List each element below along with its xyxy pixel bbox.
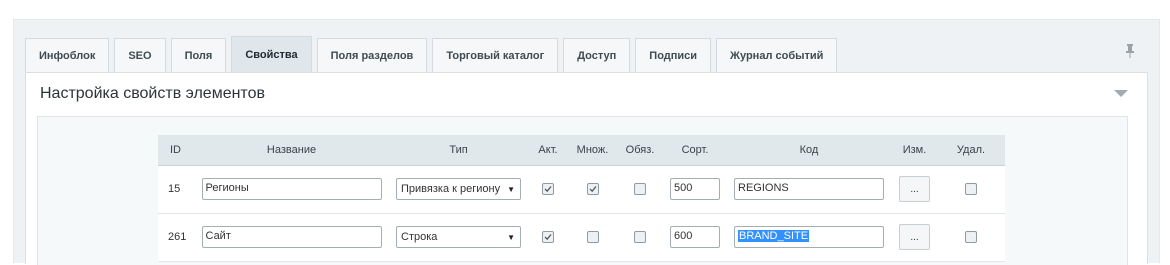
pin-icon[interactable]: [1125, 44, 1135, 58]
tab-properties[interactable]: Свойства: [231, 36, 312, 73]
check-icon: [544, 186, 552, 193]
tab-infoblock[interactable]: Инфоблок: [25, 38, 110, 73]
multiple-checkbox[interactable]: [586, 183, 599, 196]
properties-area: ID Название Тип Акт. Множ. Обяз. Сорт. К…: [37, 116, 1128, 265]
collapse-arrow-icon[interactable]: [1114, 90, 1128, 97]
check-icon: [544, 234, 552, 241]
type-select[interactable]: Строка ▼: [396, 226, 521, 248]
type-select[interactable]: Привязка к региону ▼: [396, 178, 521, 200]
multiple-checkbox[interactable]: [586, 231, 599, 244]
code-input[interactable]: BRAND_SITE: [734, 226, 884, 248]
required-checkbox[interactable]: [634, 183, 646, 196]
row-id: 261: [158, 213, 193, 262]
tab-access[interactable]: Доступ: [563, 38, 631, 73]
row-id: 15: [158, 165, 193, 214]
header-type: Тип: [390, 135, 527, 166]
header-required: Обяз.: [616, 135, 664, 166]
table-header-row: ID Название Тип Акт. Множ. Обяз. Сорт. К…: [158, 135, 1005, 166]
tab-fields[interactable]: Поля: [170, 38, 227, 73]
edit-button[interactable]: ...: [899, 176, 930, 202]
tab-bar: Инфоблок SEO Поля Свойства Поля разделов…: [25, 36, 842, 73]
sort-input[interactable]: 600: [670, 226, 720, 248]
edit-button[interactable]: ...: [899, 224, 930, 250]
header-id: ID: [158, 135, 193, 166]
table-row: 15 Регионы Привязка к региону ▼ 500 REGIO…: [158, 165, 1005, 214]
tab-event-log[interactable]: Журнал событий: [716, 38, 838, 73]
header-sort: Сорт.: [664, 135, 726, 166]
type-select-value: Привязка к региону: [401, 183, 501, 195]
name-input[interactable]: Сайт: [201, 226, 382, 248]
delete-checkbox[interactable]: [965, 183, 977, 196]
active-checkbox[interactable]: [542, 183, 554, 196]
active-checkbox[interactable]: [542, 231, 554, 244]
dropdown-caret-icon: ▼: [507, 232, 515, 242]
properties-table: ID Название Тип Акт. Множ. Обяз. Сорт. К…: [158, 135, 1005, 262]
required-checkbox[interactable]: [634, 231, 646, 244]
properties-panel: Настройка свойств элементов ID Название …: [25, 72, 1148, 265]
settings-frame: Инфоблок SEO Поля Свойства Поля разделов…: [13, 19, 1160, 265]
name-input[interactable]: Регионы: [201, 178, 382, 200]
check-icon: [589, 186, 597, 193]
header-active: Акт.: [527, 135, 569, 166]
tab-captions[interactable]: Подписи: [635, 38, 712, 73]
header-multiple: Множ.: [569, 135, 616, 166]
table-row: 261 Сайт Строка ▼ 600 BRAND_SITE ...: [158, 213, 1005, 262]
header-name: Название: [193, 135, 390, 166]
dropdown-caret-icon: ▼: [507, 184, 515, 194]
delete-checkbox[interactable]: [965, 231, 977, 244]
tab-section-fields[interactable]: Поля разделов: [316, 38, 428, 73]
code-input-selection: BRAND_SITE: [738, 230, 810, 242]
panel-title: Настройка свойств элементов: [40, 85, 265, 102]
header-delete: Удал.: [937, 135, 1005, 166]
tab-trade-catalog[interactable]: Торговый каталог: [432, 38, 559, 73]
header-edit: Изм.: [892, 135, 937, 166]
type-select-value: Строка: [401, 231, 438, 243]
sort-input[interactable]: 500: [670, 178, 720, 200]
code-input[interactable]: REGIONS: [734, 178, 884, 200]
header-code: Код: [726, 135, 892, 166]
tab-seo[interactable]: SEO: [114, 38, 166, 73]
